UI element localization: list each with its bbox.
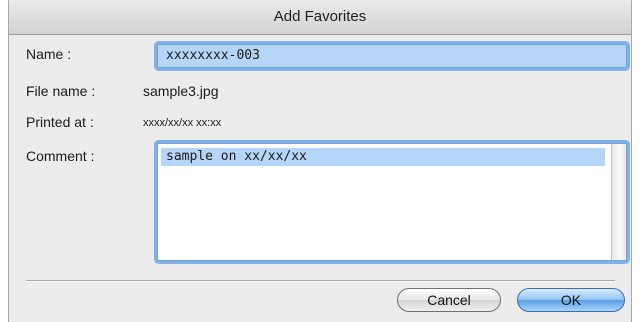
file-name-value: sample3.jpg [143, 83, 219, 99]
printed-at-label: Printed at : [26, 114, 94, 130]
comment-scrollbar[interactable] [611, 144, 626, 260]
comment-label: Comment : [26, 148, 95, 164]
printed-at-value: xxxx/xx/xx xx:xx [143, 117, 222, 129]
name-input[interactable]: xxxxxxxx-003 [157, 44, 627, 68]
window-title: Add Favorites [9, 0, 631, 35]
comment-textarea[interactable]: sample on xx/xx/xx [157, 143, 627, 261]
cancel-button[interactable]: Cancel [397, 288, 501, 312]
name-label: Name : [26, 46, 72, 62]
file-name-label: File name : [26, 83, 96, 99]
separator [26, 280, 615, 282]
comment-text: sample on xx/xx/xx [161, 148, 605, 166]
ok-button[interactable]: OK [517, 288, 625, 312]
add-favorites-dialog: Add Favorites Name : xxxxxxxx-003 File n… [8, 0, 632, 322]
